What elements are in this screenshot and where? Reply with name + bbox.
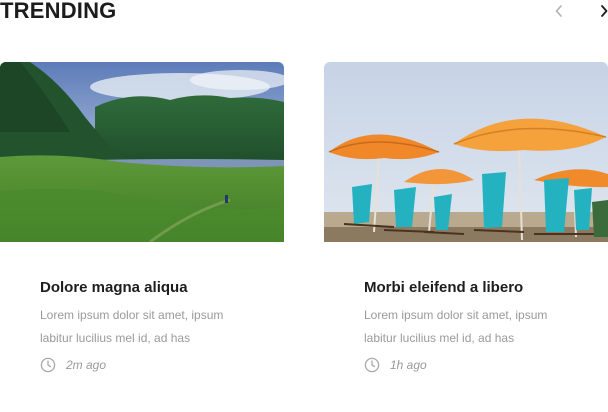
card-body: Dolore magna aliqua Lorem ipsum dolor si… [0,242,284,374]
section-title: TRENDING [0,0,117,23]
article-meta: 2m ago [40,356,284,374]
article-image-beach-umbrellas[interactable] [324,62,608,242]
section-header: TRENDING [0,0,608,24]
article-title[interactable]: Dolore magna aliqua [40,278,284,298]
article-image-mountain-lake[interactable] [0,62,284,242]
article-time: 2m ago [66,358,107,372]
clock-icon [364,357,380,373]
article-excerpt: Lorem ipsum dolor sit amet, ipsum labitu… [364,308,548,345]
next-button[interactable] [595,2,608,20]
article-excerpt: Lorem ipsum dolor sit amet, ipsum labitu… [40,308,224,345]
card-body: Morbi eleifend a libero Lorem ipsum dolo… [324,242,608,374]
article-card[interactable]: Dolore magna aliqua Lorem ipsum dolor si… [0,62,284,374]
article-meta: 1h ago [364,356,608,374]
article-time: 1h ago [390,358,427,372]
chevron-right-icon [601,5,608,17]
trending-section: TRENDING Dolore magna aliqua Lorem ipsum… [0,0,608,412]
clock-icon [40,357,56,373]
article-title[interactable]: Morbi eleifend a libero [364,278,608,298]
article-card[interactable]: Morbi eleifend a libero Lorem ipsum dolo… [324,62,608,374]
previous-button[interactable] [550,2,568,20]
chevron-left-icon [555,5,562,17]
